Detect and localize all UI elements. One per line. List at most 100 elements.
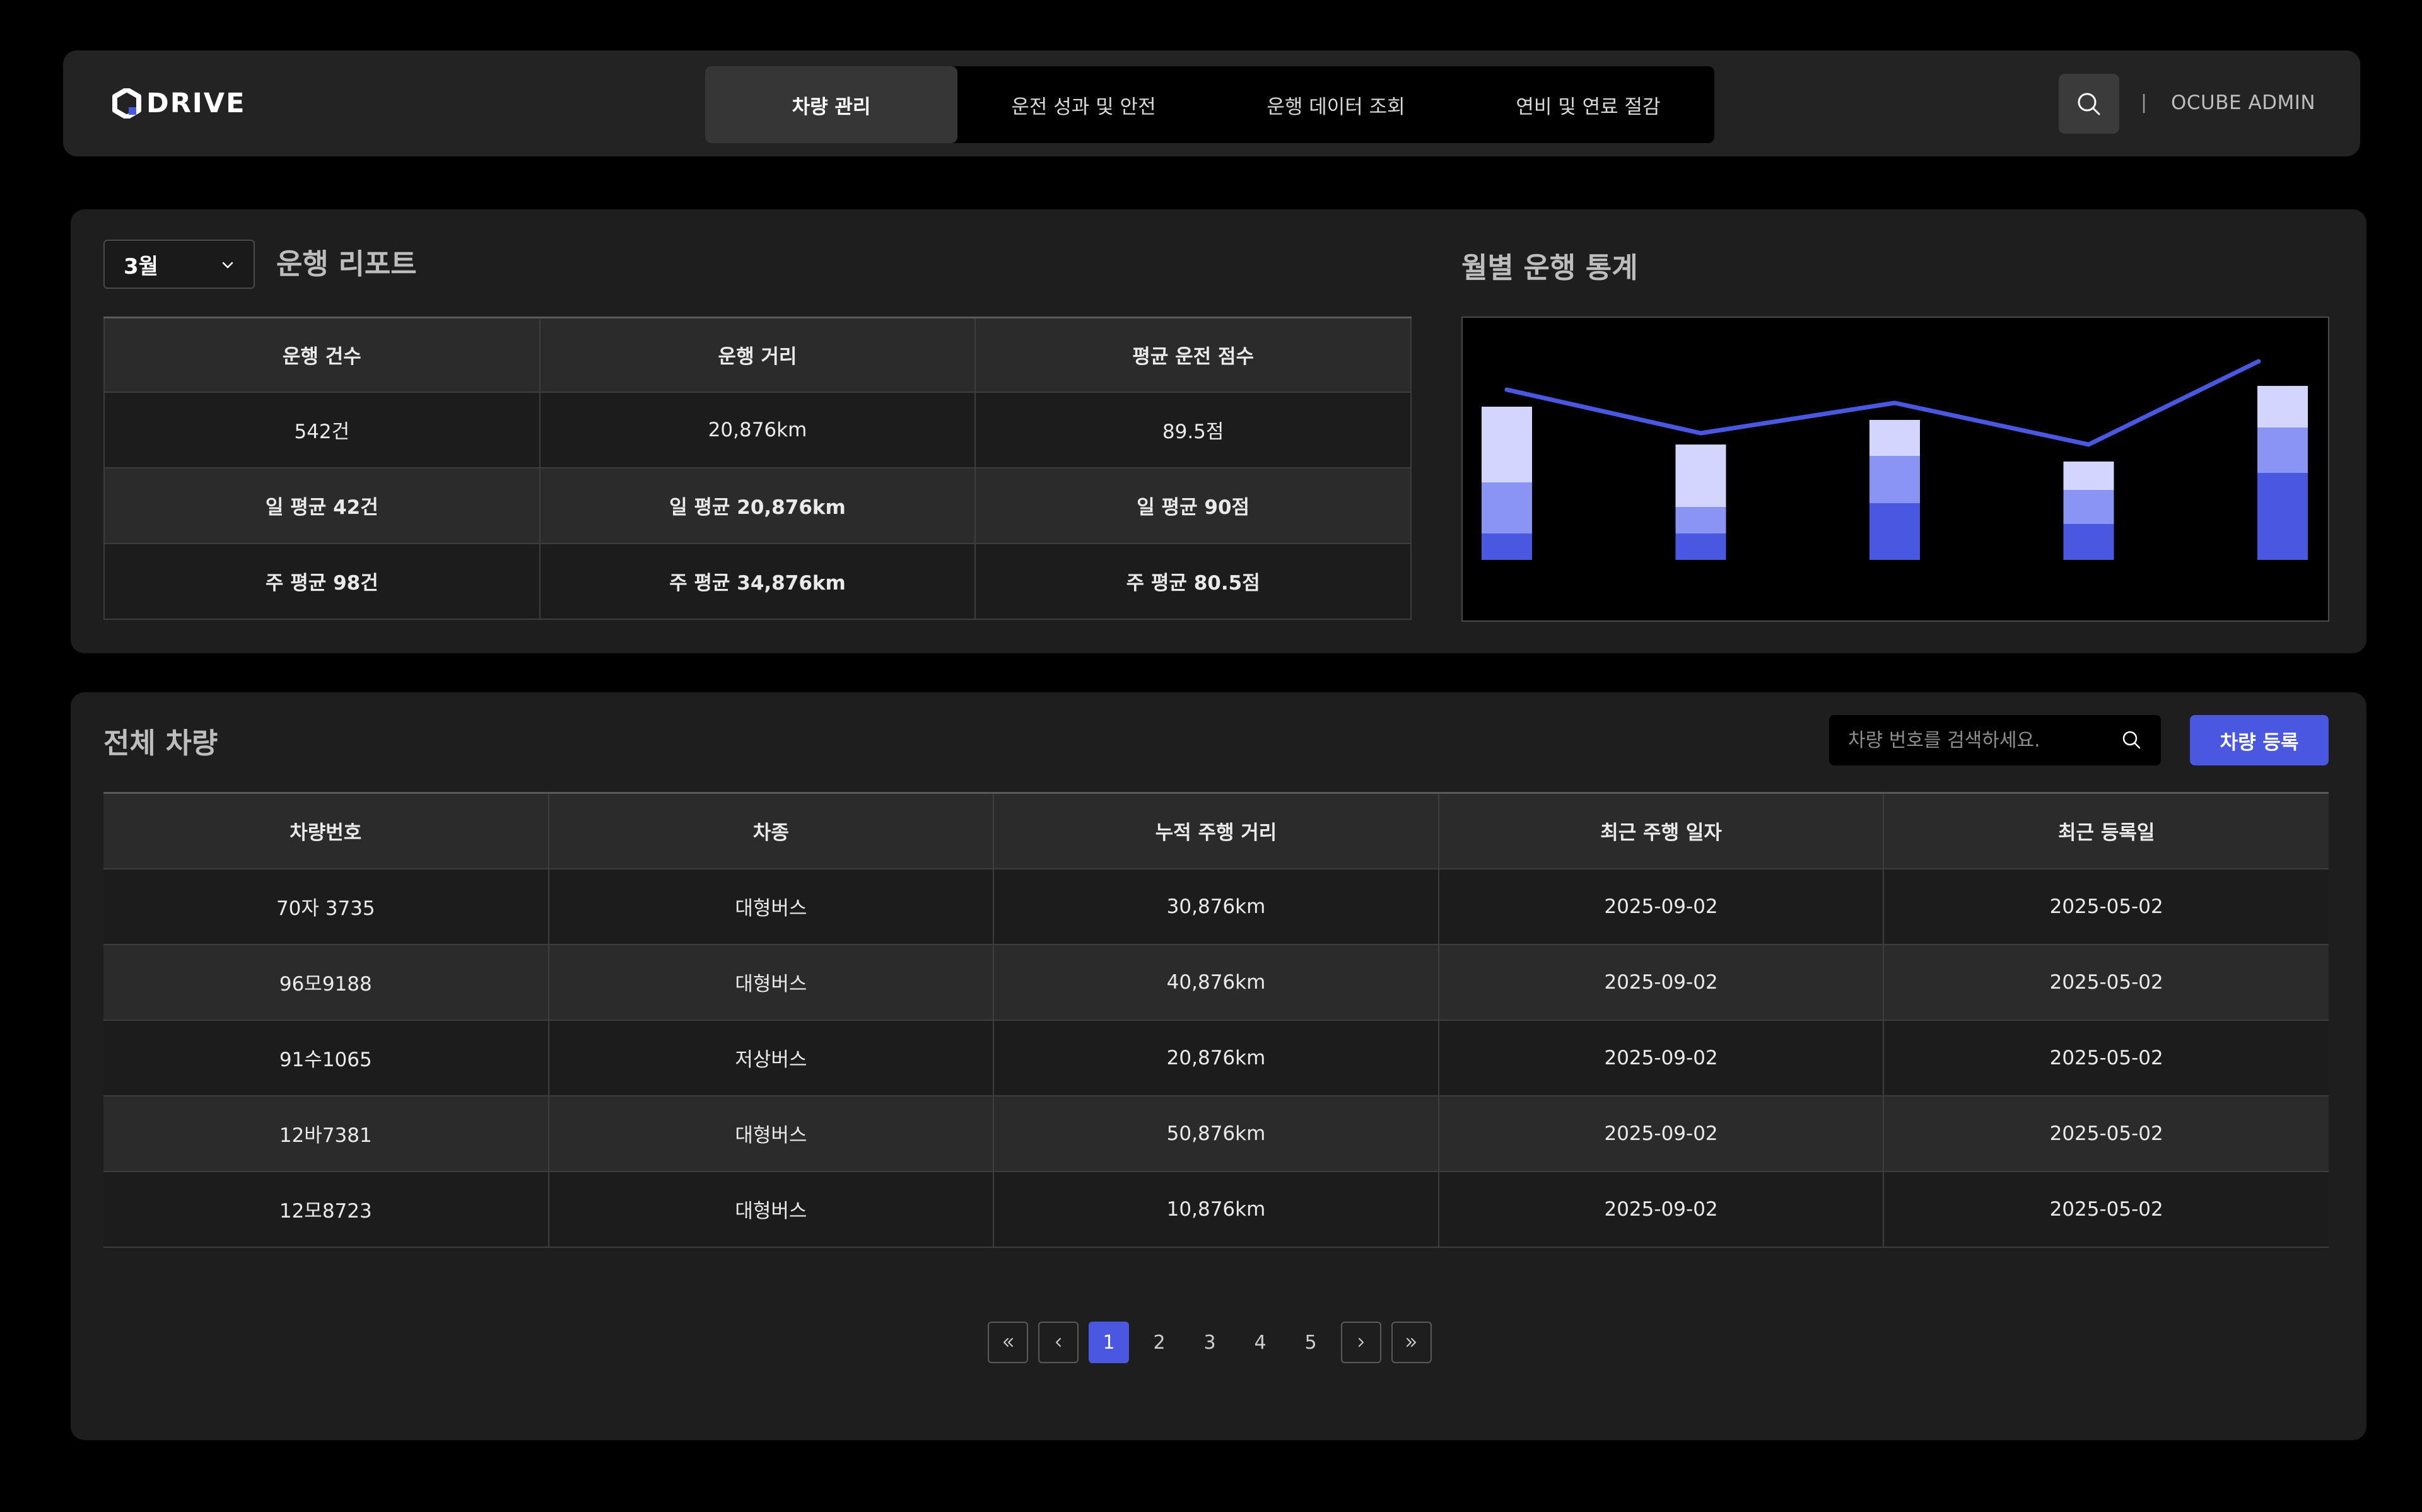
bar-segment-1-2 xyxy=(1675,445,1726,507)
chart-title: 월별 운행 통계 xyxy=(1461,251,1638,284)
report-header-cell: 운행 건수 xyxy=(103,317,541,393)
vehicle-table: 차량번호 차종 누적 주행 거리 최근 주행 일자 최근 등록일 70자 373… xyxy=(103,792,2329,1248)
report-cell: 20,876km xyxy=(539,391,976,468)
vehicle-search xyxy=(1829,715,2161,765)
report-header-cell: 운행 거리 xyxy=(539,317,976,393)
vehicle-number: 70자 3735 xyxy=(103,868,549,945)
vehicle-list-panel: 전체 차량 차량 등록 차량번호 차종 누적 주행 거리 최근 주행 일자 최근… xyxy=(71,692,2366,1440)
vehicle-type: 대형버스 xyxy=(548,1171,995,1248)
page-button-3[interactable]: 3 xyxy=(1190,1322,1230,1363)
bar-segment-1-1 xyxy=(1675,507,1726,533)
report-cell: 주 평균 80.5점 xyxy=(974,542,1412,620)
column-header: 차종 xyxy=(548,793,995,869)
page-button-2[interactable]: 2 xyxy=(1139,1322,1179,1363)
bar-segment-4-2 xyxy=(2257,386,2308,427)
tab-driving-performance[interactable]: 운전 성과 및 안전 xyxy=(957,66,1210,143)
column-header: 최근 등록일 xyxy=(1883,793,2329,869)
bar-segment-0-0 xyxy=(1482,533,1532,560)
total-distance: 10,876km xyxy=(993,1171,1439,1248)
total-distance: 20,876km xyxy=(993,1020,1439,1096)
header-search-button[interactable] xyxy=(2059,74,2119,134)
bar-segment-0-1 xyxy=(1482,482,1532,533)
report-cell: 542건 xyxy=(103,391,541,468)
page-button-4[interactable]: 4 xyxy=(1240,1322,1280,1363)
first-page-button[interactable] xyxy=(988,1322,1028,1363)
report-cell: 주 평균 34,876km xyxy=(539,542,976,620)
column-header: 누적 주행 거리 xyxy=(993,793,1439,869)
vehicle-type: 대형버스 xyxy=(548,1095,995,1172)
last-page-button[interactable] xyxy=(1391,1322,1432,1363)
registered-date: 2025-05-02 xyxy=(1883,944,2329,1021)
chevron-right-icon xyxy=(1359,1338,1364,1347)
bar-segment-3-2 xyxy=(2063,462,2114,490)
registered-date: 2025-05-02 xyxy=(1883,1020,2329,1096)
top-header: DRIVE 차량 관리 운전 성과 및 안전 운행 데이터 조회 연비 및 연료… xyxy=(63,50,2360,156)
vehicle-number: 12모8723 xyxy=(103,1171,549,1248)
total-distance: 40,876km xyxy=(993,944,1439,1021)
vehicle-number: 96모9188 xyxy=(103,944,549,1021)
last-drive-date: 2025-09-02 xyxy=(1438,868,1885,945)
report-header-row: 운행 건수 운행 거리 평균 운전 점수 xyxy=(103,317,1412,393)
report-cell: 일 평균 90점 xyxy=(974,467,1412,544)
column-header: 최근 주행 일자 xyxy=(1438,793,1885,869)
table-row[interactable]: 70자 3735 대형버스 30,876km 2025-09-02 2025-0… xyxy=(103,868,2329,945)
bar-segment-3-1 xyxy=(2063,490,2114,524)
monthly-stats-chart xyxy=(1461,317,2329,622)
bar-segment-4-0 xyxy=(2257,473,2308,560)
logo[interactable]: DRIVE xyxy=(112,87,245,120)
report-panel: 3월 운행 리포트 운행 건수 운행 거리 평균 운전 점수 542건 20,8… xyxy=(71,209,2366,653)
total-distance: 50,876km xyxy=(993,1095,1439,1172)
report-header-cell: 평균 운전 점수 xyxy=(974,317,1412,393)
column-header: 차량번호 xyxy=(103,793,549,869)
vehicle-table-header: 차량번호 차종 누적 주행 거리 최근 주행 일자 최근 등록일 xyxy=(103,793,2329,869)
pagination: 1 2 3 4 5 xyxy=(988,1322,1432,1363)
report-row: 주 평균 98건 주 평균 34,876km 주 평균 80.5점 xyxy=(103,542,1412,620)
bar-segment-3-0 xyxy=(2063,524,2114,560)
month-select[interactable]: 3월 xyxy=(103,240,255,289)
report-row: 일 평균 42건 일 평균 20,876km 일 평균 90점 xyxy=(103,467,1412,544)
bar-segment-0-2 xyxy=(1482,407,1532,482)
admin-account[interactable]: OCUBE ADMIN xyxy=(2171,88,2315,117)
tab-vehicle-management[interactable]: 차량 관리 xyxy=(705,66,957,143)
total-distance: 30,876km xyxy=(993,868,1439,945)
register-vehicle-button[interactable]: 차량 등록 xyxy=(2190,715,2329,765)
vehicle-list-title: 전체 차량 xyxy=(103,726,218,760)
prev-page-button[interactable] xyxy=(1038,1322,1079,1363)
bar-segment-2-1 xyxy=(1869,456,1920,503)
page-button-1[interactable]: 1 xyxy=(1089,1322,1129,1363)
page-button-5[interactable]: 5 xyxy=(1290,1322,1331,1363)
vehicle-number: 91수1065 xyxy=(103,1020,549,1096)
vehicle-number: 12바7381 xyxy=(103,1095,549,1172)
report-cell: 일 평균 20,876km xyxy=(539,467,976,544)
tab-fuel-efficiency[interactable]: 연비 및 연료 절감 xyxy=(1462,66,1714,143)
double-chevron-left-icon xyxy=(1003,1338,1013,1347)
report-cell: 주 평균 98건 xyxy=(103,542,541,620)
report-title: 운행 리포트 xyxy=(276,247,417,281)
logo-text: DRIVE xyxy=(146,88,246,119)
double-chevron-right-icon xyxy=(1407,1338,1416,1347)
last-drive-date: 2025-09-02 xyxy=(1438,1020,1885,1096)
table-row[interactable]: 91수1065 저상버스 20,876km 2025-09-02 2025-05… xyxy=(103,1020,2329,1096)
vehicle-type: 대형버스 xyxy=(548,944,995,1021)
report-summary-table: 운행 건수 운행 거리 평균 운전 점수 542건 20,876km 89.5점… xyxy=(103,317,1412,620)
header-separator: | xyxy=(2141,91,2148,113)
table-row[interactable]: 12모8723 대형버스 10,876km 2025-09-02 2025-05… xyxy=(103,1171,2329,1248)
next-page-button[interactable] xyxy=(1341,1322,1381,1363)
last-drive-date: 2025-09-02 xyxy=(1438,1171,1885,1248)
monthly-stats-chart-svg xyxy=(1482,359,2308,560)
month-select-value: 3월 xyxy=(124,253,158,279)
tab-driving-data[interactable]: 운행 데이터 조회 xyxy=(1210,66,1462,143)
search-icon[interactable] xyxy=(2121,729,2143,752)
report-cell: 일 평균 42건 xyxy=(103,467,541,544)
bar-segment-2-0 xyxy=(1869,503,1920,560)
vehicle-search-input[interactable] xyxy=(1848,715,2113,765)
main-nav: 차량 관리 운전 성과 및 안전 운행 데이터 조회 연비 및 연료 절감 xyxy=(705,66,1714,143)
report-row: 542건 20,876km 89.5점 xyxy=(103,391,1412,468)
table-row[interactable]: 12바7381 대형버스 50,876km 2025-09-02 2025-05… xyxy=(103,1095,2329,1172)
last-drive-date: 2025-09-02 xyxy=(1438,944,1885,1021)
registered-date: 2025-05-02 xyxy=(1883,868,2329,945)
registered-date: 2025-05-02 xyxy=(1883,1095,2329,1172)
table-row[interactable]: 96모9188 대형버스 40,876km 2025-09-02 2025-05… xyxy=(103,944,2329,1021)
report-cell: 89.5점 xyxy=(974,391,1412,468)
search-icon xyxy=(2078,93,2100,115)
